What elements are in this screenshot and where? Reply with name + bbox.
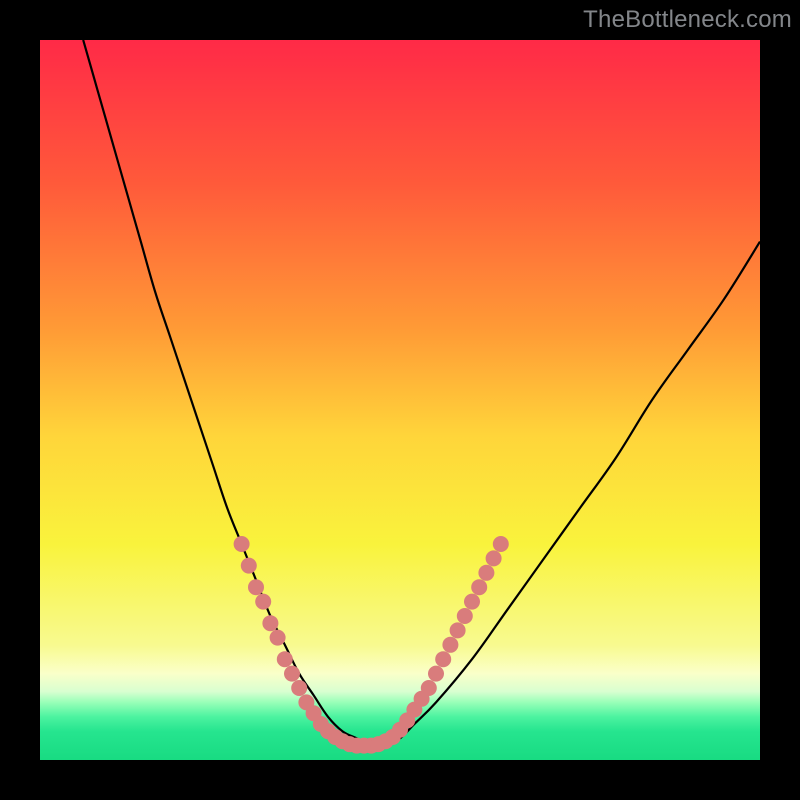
highlight-dot bbox=[291, 680, 307, 696]
highlight-dot bbox=[284, 666, 300, 682]
highlight-dot bbox=[478, 565, 494, 581]
highlight-dot bbox=[435, 651, 451, 667]
highlight-dot bbox=[248, 579, 264, 595]
highlight-dot bbox=[270, 630, 286, 646]
highlight-dot bbox=[442, 637, 458, 653]
highlight-dot bbox=[464, 594, 480, 610]
highlight-dot bbox=[471, 579, 487, 595]
highlight-dot bbox=[421, 680, 437, 696]
highlight-dot bbox=[486, 550, 502, 566]
plot-area bbox=[40, 40, 760, 760]
highlight-dot bbox=[277, 651, 293, 667]
highlight-dot bbox=[262, 615, 278, 631]
chart-root: TheBottleneck.com bbox=[0, 0, 800, 800]
watermark-text: TheBottleneck.com bbox=[583, 6, 792, 34]
plot-svg bbox=[40, 40, 760, 760]
highlight-dot bbox=[428, 666, 444, 682]
highlight-dot bbox=[457, 608, 473, 624]
highlight-dot bbox=[234, 536, 250, 552]
highlight-dot bbox=[493, 536, 509, 552]
highlight-dot bbox=[450, 622, 466, 638]
highlight-dot bbox=[241, 558, 257, 574]
highlight-dot bbox=[255, 594, 271, 610]
